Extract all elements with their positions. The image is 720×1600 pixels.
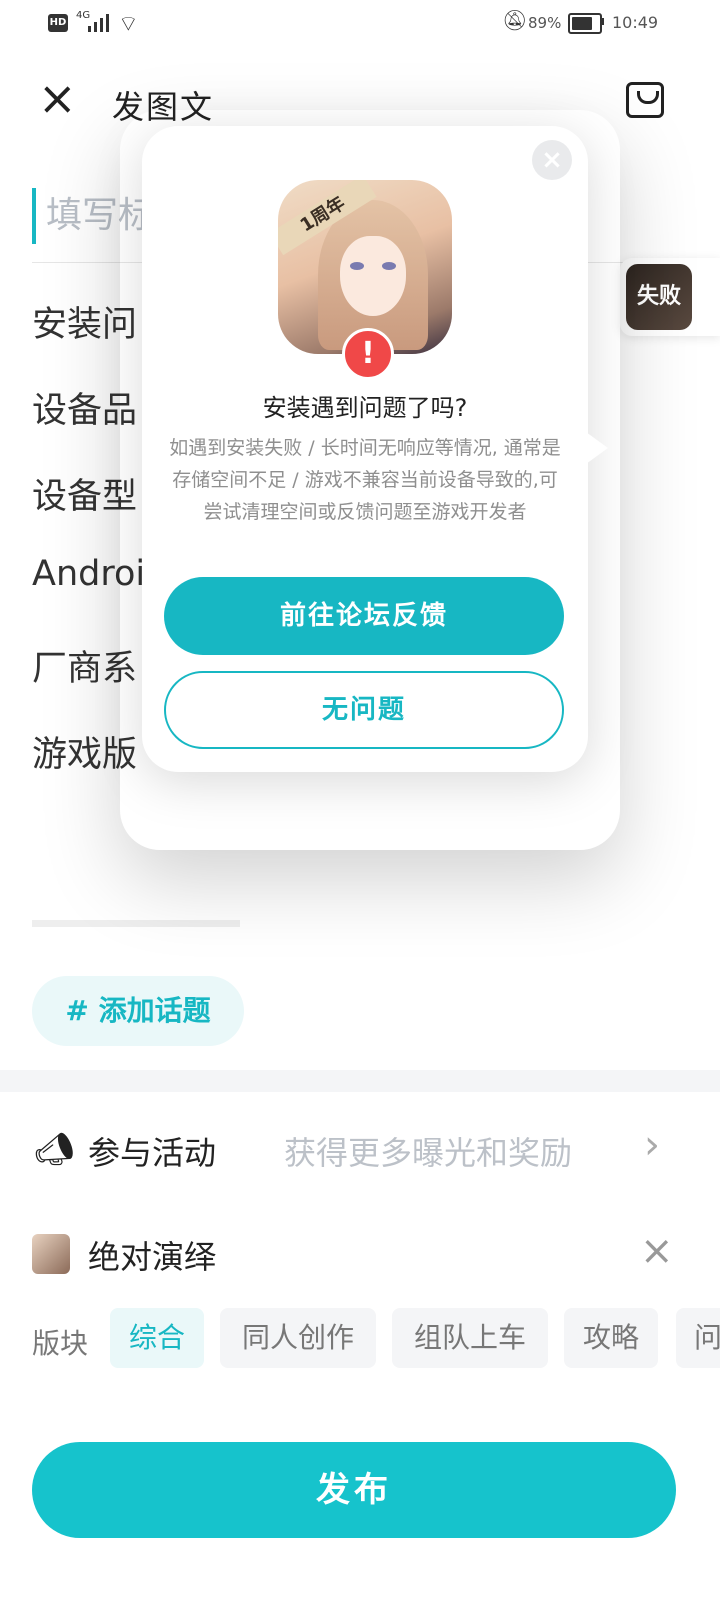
- board-chip-team[interactable]: 组队上车: [392, 1308, 548, 1368]
- battery-tip: [601, 18, 604, 25]
- clock: 10:49: [612, 13, 659, 32]
- board-chip-fanwork[interactable]: 同人创作: [220, 1308, 376, 1368]
- game-row: 绝对演绎 ×: [0, 1210, 720, 1300]
- draft-box-icon[interactable]: [626, 82, 664, 118]
- close-icon[interactable]: ×: [532, 140, 572, 180]
- forum-feedback-button[interactable]: 前往论坛反馈: [164, 577, 564, 655]
- game-thumbnail: [32, 1234, 70, 1274]
- board-chip-qa[interactable]: 问: [676, 1308, 720, 1368]
- battery-icon: [568, 13, 602, 34]
- megaphone-icon: 📣︎: [34, 1130, 75, 1168]
- mute-bell-icon: 🔕︎: [502, 8, 528, 32]
- board-chip-general[interactable]: 综合: [110, 1308, 204, 1368]
- dialog-title: 安装遇到问题了吗?: [262, 394, 468, 422]
- chevron-right-icon: ›: [644, 1122, 660, 1168]
- status-bar: HD 4G ⌔ 🔕︎ 89% 10:49: [0, 0, 720, 48]
- failed-download-fab[interactable]: 失败: [620, 258, 720, 336]
- board-selector: 版块 综合 同人创作 组队上车 攻略 问: [0, 1308, 720, 1370]
- section-separator: [0, 1070, 720, 1092]
- warning-icon: !: [342, 328, 394, 380]
- dialog-message: 如遇到安装失败 / 长时间无响应等情况, 通常是存储空间不足 / 游戏不兼容当前…: [169, 437, 561, 523]
- close-icon[interactable]: ×: [38, 75, 82, 122]
- wifi-icon: ⌔: [118, 12, 139, 37]
- activity-label: 参与活动: [88, 1134, 217, 1172]
- no-problem-button[interactable]: 无问题: [164, 671, 564, 749]
- divider-short: [32, 920, 240, 927]
- board-chip-guide[interactable]: 攻略: [564, 1308, 658, 1368]
- game-icon-eye: [382, 262, 396, 270]
- close-icon[interactable]: ×: [640, 1228, 674, 1274]
- game-name: 绝对演绎: [88, 1238, 217, 1276]
- popup-pointer: [586, 432, 608, 464]
- signal-icon: [88, 14, 109, 32]
- board-label: 版块: [32, 1327, 89, 1360]
- battery-fill: [572, 17, 592, 30]
- activity-hint: 获得更多曝光和奖励: [284, 1134, 573, 1172]
- hd-icon: HD: [48, 14, 68, 32]
- game-icon-eye: [350, 262, 364, 270]
- publish-button[interactable]: 发布: [32, 1442, 676, 1538]
- add-topic-button[interactable]: # 添加话题: [32, 976, 244, 1046]
- failed-label: 失败: [626, 264, 692, 330]
- battery-percent: 89%: [528, 14, 562, 32]
- game-icon-face: [340, 236, 406, 316]
- activity-row[interactable]: 📣︎ 参与活动 获得更多曝光和奖励 ›: [0, 1100, 720, 1200]
